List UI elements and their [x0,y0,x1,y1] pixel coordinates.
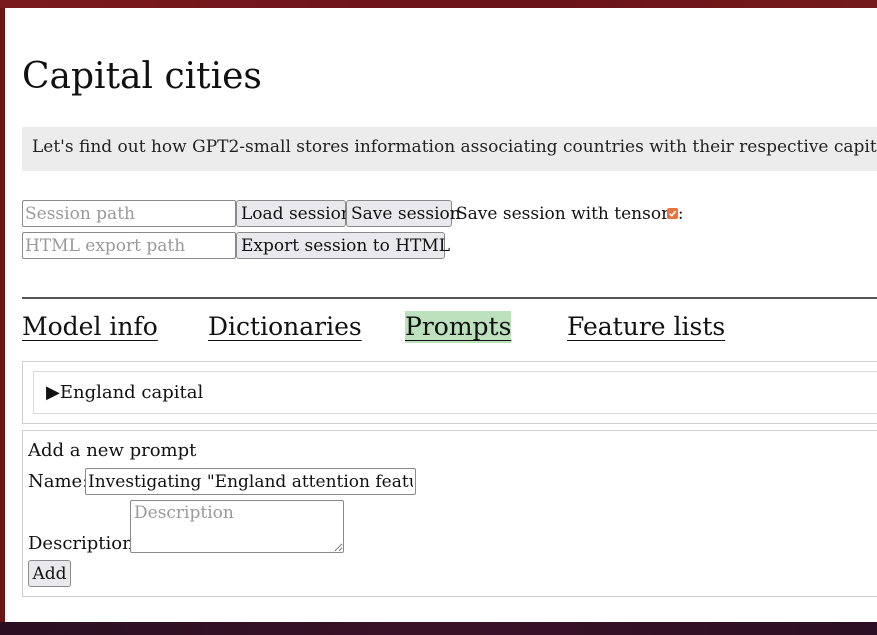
intro-text: Let's find out how GPT2-small stores inf… [32,137,877,157]
add-prompt-button[interactable]: Add [28,560,71,587]
save-tensors-label: Save session with tensors: [456,204,684,224]
prompt-description-label: Description: [28,533,140,554]
add-prompt-form: Add a new prompt Name: Description: Add [22,430,877,597]
intro-banner: Let's find out how GPT2-small stores inf… [22,127,877,171]
tab-model-info[interactable]: Model info [22,311,158,343]
export-html-button[interactable]: Export session to HTML [236,232,450,259]
window-frame-top [0,0,877,8]
expand-arrow-icon: ▶ [46,382,60,403]
checkmark-icon [668,210,677,217]
section-divider [22,297,877,299]
prompt-list: ▶England capital [22,361,877,424]
html-export-path-input[interactable] [22,232,236,259]
notebook-page: Capital cities Let's find out how GPT2-s… [5,8,877,622]
save-tensors-checkbox[interactable] [667,208,678,219]
prompt-name-label: Name: [28,471,89,492]
add-prompt-heading: Add a new prompt [28,440,197,461]
prompt-description-input[interactable] [130,500,344,553]
tab-prompts[interactable]: Prompts [405,311,512,343]
session-path-input[interactable] [22,200,236,227]
prompt-name-input[interactable] [85,468,416,495]
page-title: Capital cities [22,56,262,97]
tab-feature-lists[interactable]: Feature lists [567,311,725,343]
save-session-button[interactable]: Save session [346,200,461,227]
tab-dictionaries[interactable]: Dictionaries [208,311,362,343]
window-frame-bottom [0,622,877,635]
prompt-item-label: England capital [59,382,204,403]
prompt-item-england-capital[interactable]: ▶England capital [33,371,877,414]
load-session-button[interactable]: Load session [236,200,352,227]
